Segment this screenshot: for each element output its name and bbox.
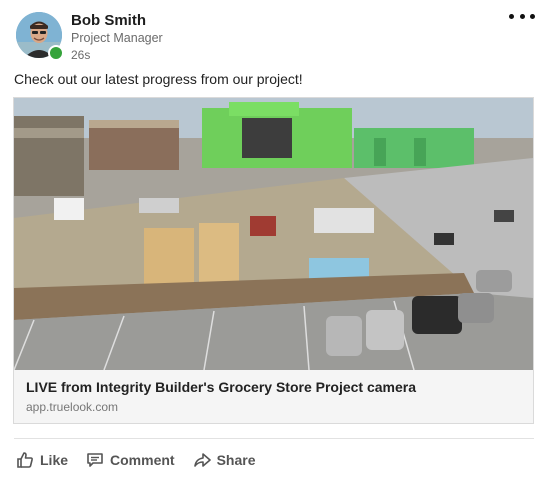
more-options-icon[interactable] xyxy=(509,8,535,24)
comment-icon xyxy=(87,453,103,467)
comment-label: Comment xyxy=(110,452,175,468)
post-text: Check out our latest progress from our p… xyxy=(14,71,303,87)
preview-caption[interactable]: LIVE from Integrity Builder's Grocery St… xyxy=(14,370,533,423)
share-label: Share xyxy=(216,452,256,468)
thumbs-up-icon xyxy=(17,452,33,468)
construction-site-photo xyxy=(14,98,533,370)
online-status-indicator xyxy=(48,45,64,61)
actions-divider xyxy=(14,438,534,439)
share-arrow-icon xyxy=(193,453,211,467)
author-name[interactable]: Bob Smith xyxy=(71,12,146,29)
comment-button[interactable]: Comment xyxy=(86,449,175,471)
preview-image[interactable] xyxy=(14,98,533,370)
dot xyxy=(509,13,514,19)
feed-post-card: Bob Smith Project Manager 26s Check out … xyxy=(0,0,549,481)
link-preview[interactable]: LIVE from Integrity Builder's Grocery St… xyxy=(13,97,534,424)
dot xyxy=(530,13,535,19)
post-timestamp: 26s xyxy=(71,48,91,62)
like-button[interactable]: Like xyxy=(16,449,68,471)
post-actions: Like Comment Share xyxy=(16,449,256,471)
link-title[interactable]: LIVE from Integrity Builder's Grocery St… xyxy=(26,379,416,395)
link-domain: app.truelook.com xyxy=(26,400,119,414)
share-button[interactable]: Share xyxy=(193,449,256,471)
author-title: Project Manager xyxy=(71,31,163,45)
like-label: Like xyxy=(40,452,69,468)
dot xyxy=(519,13,525,19)
